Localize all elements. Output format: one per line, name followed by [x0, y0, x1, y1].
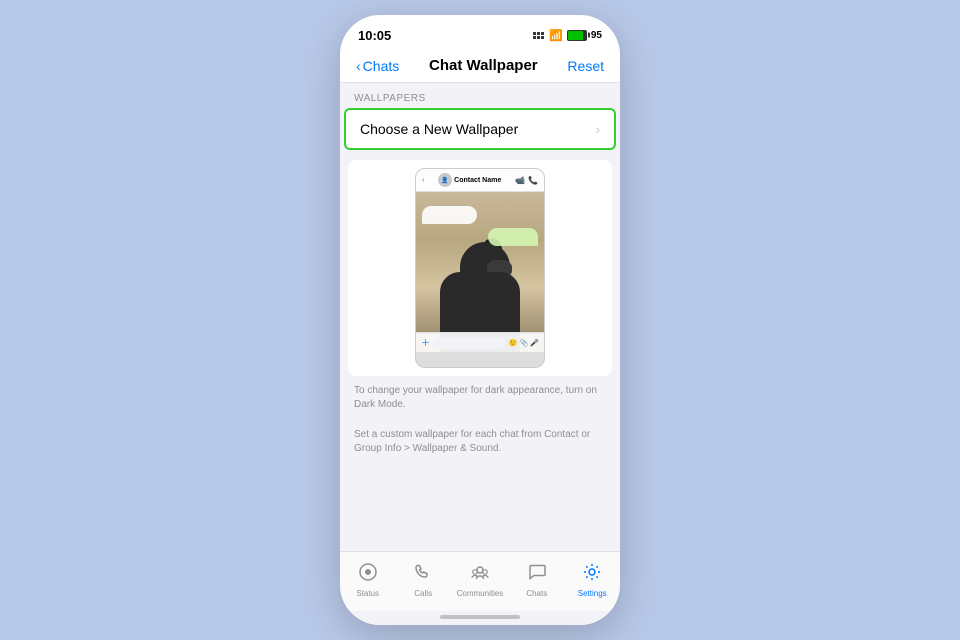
tab-bar: Status Calls Communities [340, 551, 620, 611]
preview-add-icon: ＋ [421, 336, 430, 349]
preview-action-icons: 📹 📞 [515, 176, 538, 185]
home-bar [440, 615, 520, 619]
preview-mic-icon: 🎤 [530, 339, 539, 347]
tab-calls[interactable]: Calls [401, 562, 445, 598]
communities-tab-icon [470, 562, 490, 587]
calls-tab-icon [413, 562, 433, 587]
signal-icon [533, 32, 544, 39]
tab-status[interactable]: Status [346, 562, 390, 598]
preview-bubble-incoming [422, 206, 477, 224]
settings-tab-label: Settings [578, 589, 607, 598]
tab-chats[interactable]: Chats [515, 562, 559, 598]
status-tab-icon [358, 562, 378, 587]
preview-message-input [433, 337, 506, 349]
phone-frame: 10:05 📶 95 ‹ Chats Chat Wallpaper Reset … [340, 15, 620, 625]
chevron-right-icon: › [596, 122, 600, 137]
preview-phone-icon: 📞 [528, 176, 538, 185]
description-custom-wallpaper: Set a custom wallpaper for each chat fro… [340, 420, 620, 464]
wallpaper-preview: ‹ 👤 Contact Name 📹 📞 [348, 160, 612, 376]
reset-button[interactable]: Reset [567, 58, 604, 74]
status-time: 10:05 [358, 28, 391, 43]
preview-contact: 👤 Contact Name [438, 173, 501, 187]
chevron-left-icon: ‹ [356, 58, 361, 74]
content-area: WALLPAPERS Choose a New Wallpaper › ‹ 👤 … [340, 83, 620, 551]
preview-attach-icon: 📎 [520, 339, 529, 347]
chats-tab-icon [527, 562, 547, 587]
battery-icon [567, 30, 587, 41]
tab-settings[interactable]: Settings [570, 562, 614, 598]
back-button[interactable]: ‹ Chats [356, 58, 399, 74]
preview-contact-name: Contact Name [454, 177, 501, 184]
status-icons: 📶 95 [533, 29, 602, 42]
status-bar: 10:05 📶 95 [340, 15, 620, 51]
choose-wallpaper-row[interactable]: Choose a New Wallpaper › [344, 108, 616, 150]
nav-bar: ‹ Chats Chat Wallpaper Reset [340, 51, 620, 83]
home-indicator [340, 611, 620, 625]
preview-wallpaper-bg: ＋ 🙂 📎 🎤 [416, 192, 544, 352]
battery-percent: 95 [591, 30, 602, 41]
settings-tab-icon [582, 562, 602, 587]
page-title: Chat Wallpaper [429, 57, 538, 74]
communities-tab-label: Communities [457, 589, 504, 598]
description-dark-mode: To change your wallpaper for dark appear… [340, 376, 620, 420]
wifi-icon: 📶 [549, 29, 563, 42]
preview-topbar: ‹ 👤 Contact Name 📹 📞 [416, 169, 544, 192]
wallpapers-section-label: WALLPAPERS [340, 83, 620, 108]
preview-avatar: 👤 [438, 173, 452, 187]
preview-inputbar: ＋ 🙂 📎 🎤 [416, 332, 544, 352]
preview-back-icon: ‹ [422, 177, 424, 184]
preview-video-icon: 📹 [515, 176, 525, 185]
preview-emoji-icon: 🙂 [509, 339, 518, 347]
preview-bottom-icons: 🙂 📎 🎤 [509, 339, 539, 347]
back-label: Chats [363, 58, 400, 74]
tab-communities[interactable]: Communities [457, 562, 504, 598]
status-tab-label: Status [356, 589, 379, 598]
calls-tab-label: Calls [414, 589, 432, 598]
preview-mini-phone: ‹ 👤 Contact Name 📹 📞 [415, 168, 545, 368]
preview-bubble-outgoing [488, 228, 538, 246]
chats-tab-label: Chats [526, 589, 547, 598]
choose-wallpaper-label: Choose a New Wallpaper [360, 121, 518, 137]
